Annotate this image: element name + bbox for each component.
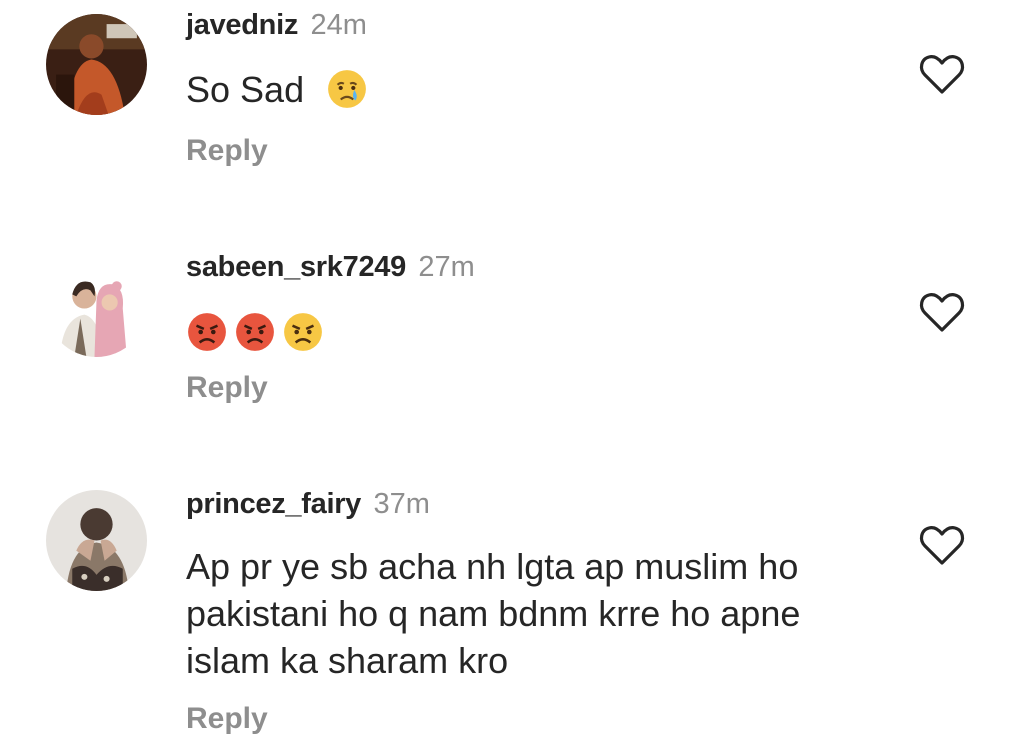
user-avatar[interactable]: [46, 14, 147, 115]
heart-outline-icon[interactable]: [918, 290, 966, 334]
comment-item: sabeen_srk7249 27m Reply: [0, 240, 1024, 440]
pouting-face-emoji: [234, 311, 276, 353]
comment-timestamp: 27m: [418, 251, 475, 283]
angry-face-emoji: [282, 311, 324, 353]
comment-timestamp: 37m: [373, 488, 430, 520]
user-avatar[interactable]: [46, 256, 147, 357]
pouting-face-emoji: [186, 311, 228, 353]
comment-text: So Sad: [186, 66, 886, 113]
comment-username[interactable]: princez_fairy: [186, 488, 361, 520]
comment-username[interactable]: sabeen_srk7249: [186, 251, 406, 283]
reply-button[interactable]: Reply: [186, 134, 268, 168]
comment-text: Ap pr ye sb acha nh lgta ap muslim ho pa…: [186, 546, 801, 681]
comment-item: princez_fairy 37m Ap pr ye sb acha nh lg…: [0, 480, 1024, 747]
comment-text: [186, 306, 886, 353]
avatar-photo-icon: [46, 14, 147, 115]
user-avatar[interactable]: [46, 490, 147, 591]
comment-item: javedniz 24m So Sad Reply: [0, 0, 1024, 200]
comment-text-content: So Sad: [186, 69, 305, 110]
comment-username[interactable]: javedniz: [186, 9, 298, 41]
heart-outline-icon[interactable]: [918, 52, 966, 96]
reply-button[interactable]: Reply: [186, 371, 268, 405]
heart-outline-icon[interactable]: [918, 523, 966, 567]
avatar-photo-icon: [46, 256, 147, 357]
avatar-photo-icon: [46, 490, 147, 591]
comment-timestamp: 24m: [310, 9, 367, 41]
reply-button[interactable]: Reply: [186, 702, 268, 736]
crying-face-emoji: [326, 68, 368, 110]
